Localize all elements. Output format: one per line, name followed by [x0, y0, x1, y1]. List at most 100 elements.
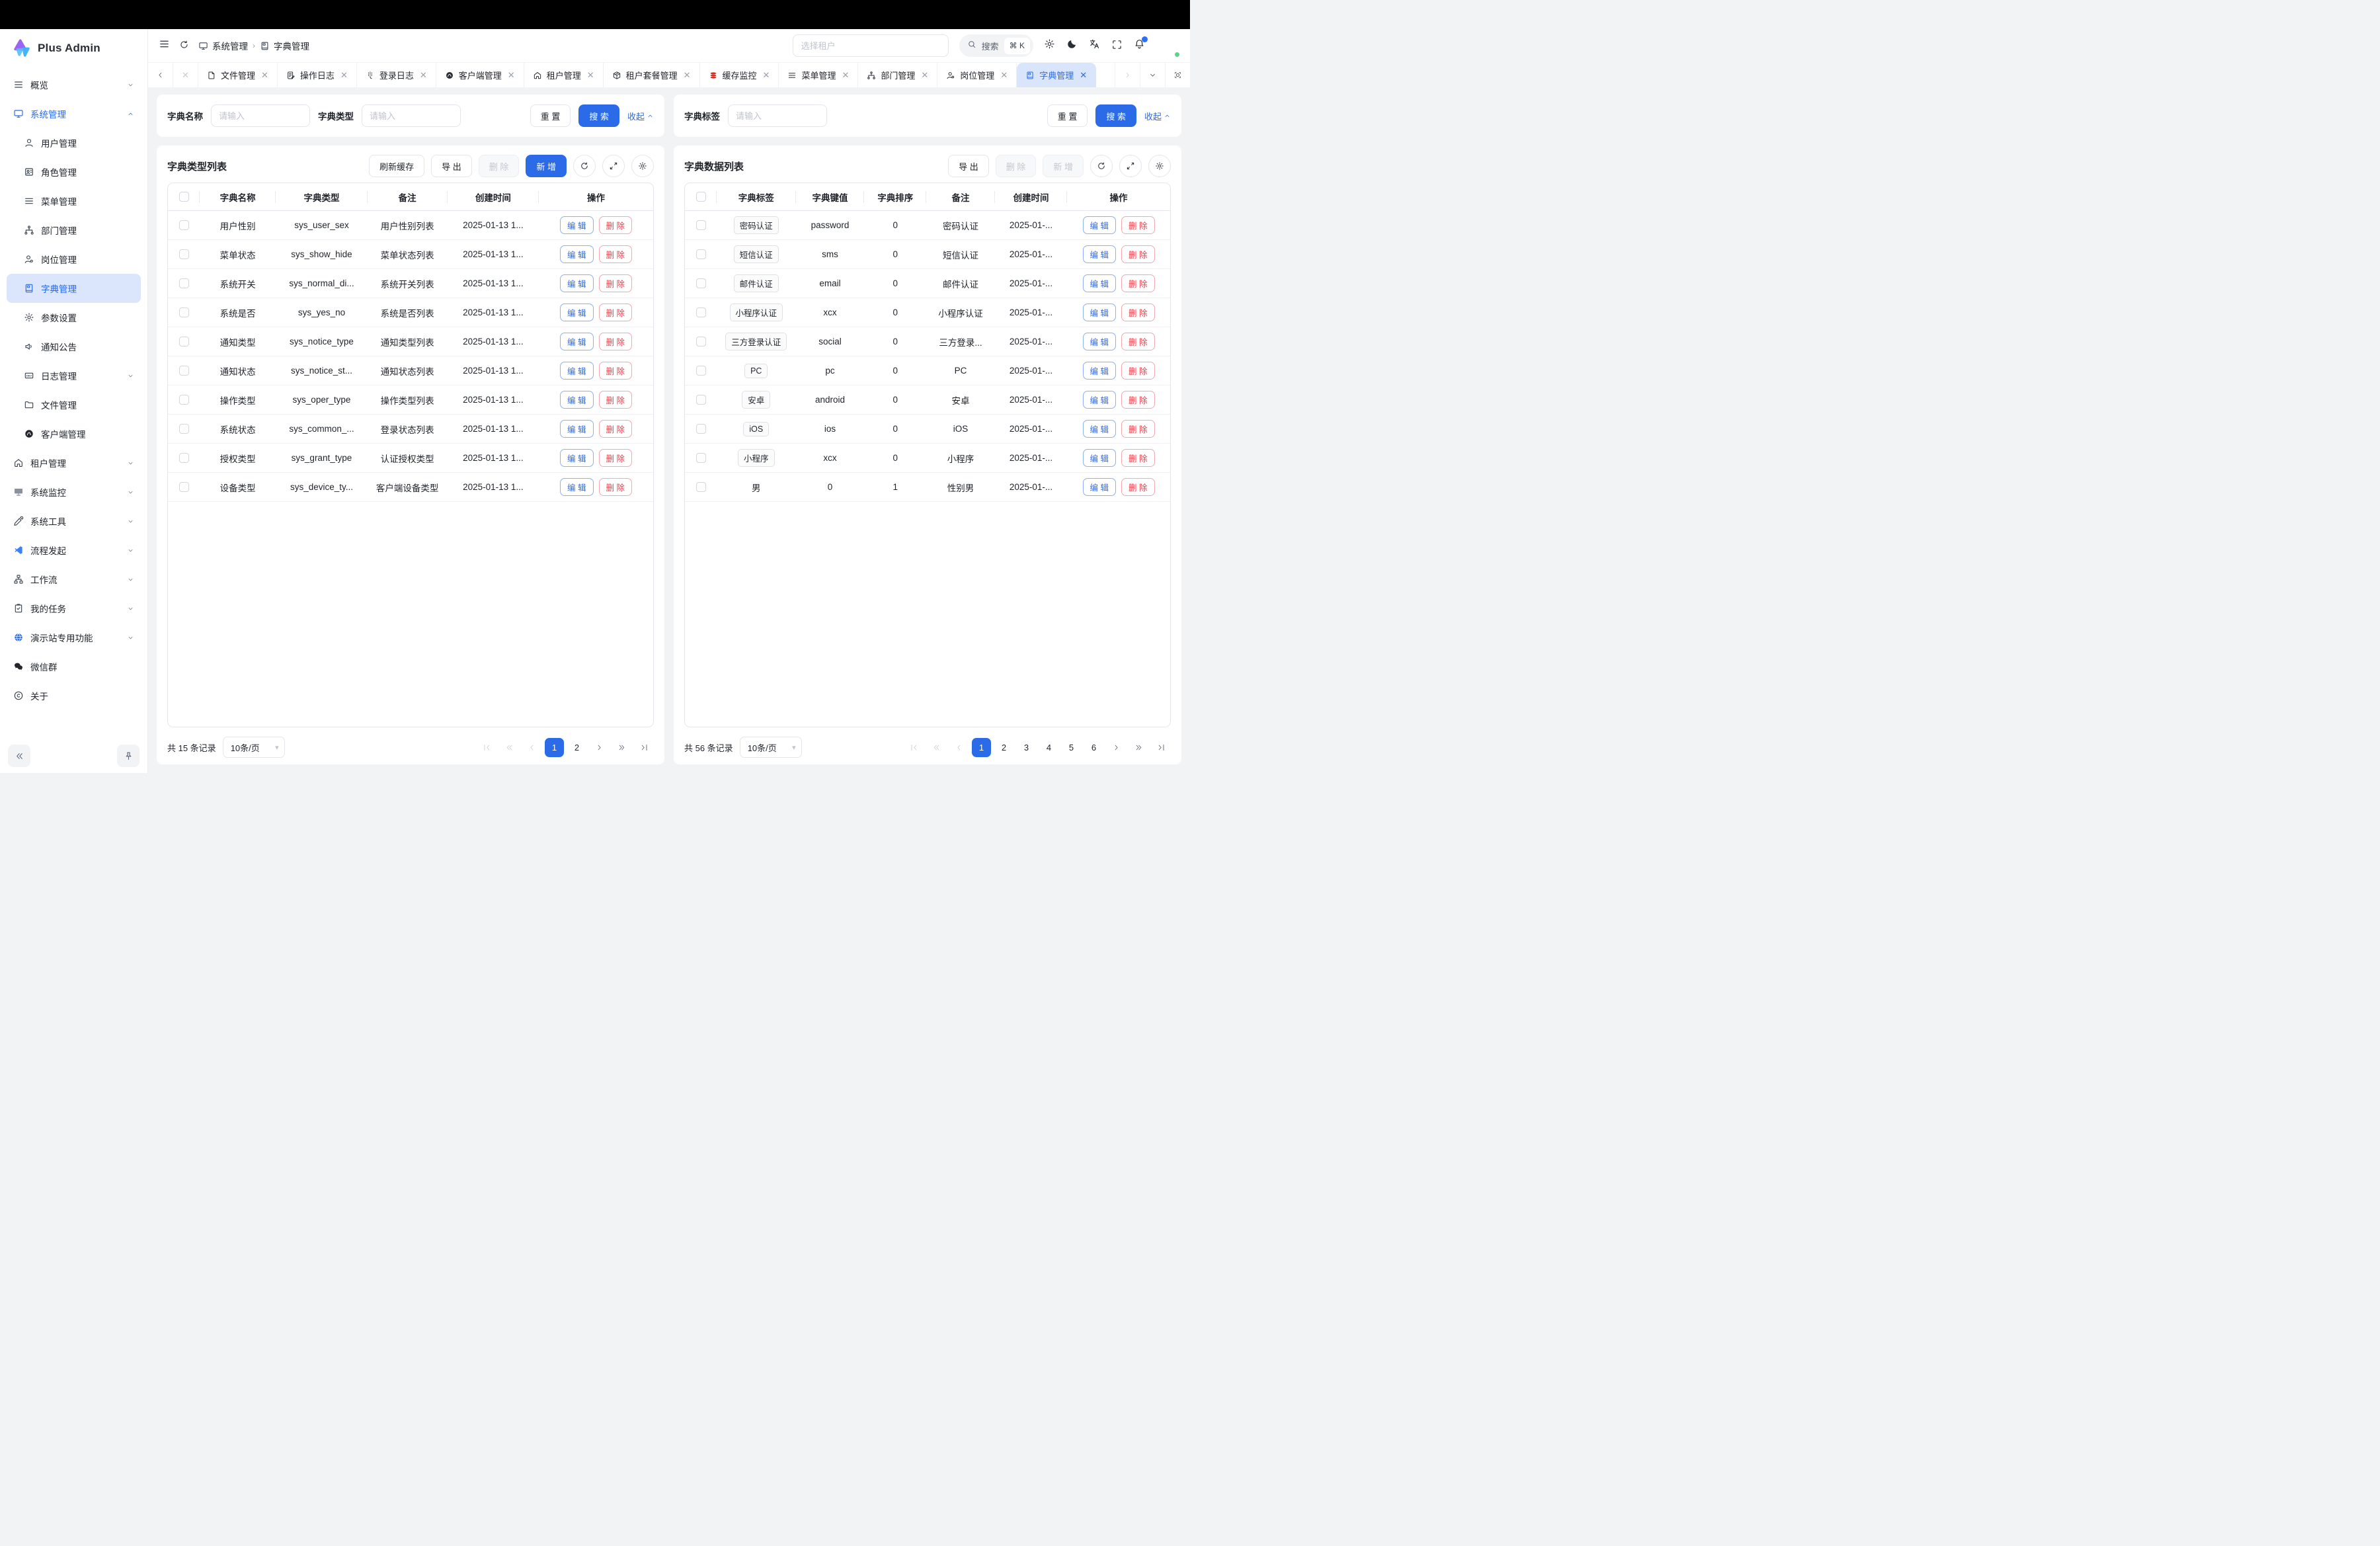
- toolbar-button-新增[interactable]: 新 增: [1043, 155, 1084, 177]
- prev-page-button[interactable]: [949, 738, 969, 757]
- edit-button[interactable]: 编 辑: [560, 333, 593, 350]
- tab-close-icon[interactable]: ✕: [587, 70, 594, 81]
- tab-close-icon[interactable]: ✕: [1080, 70, 1087, 81]
- sidebar-item-工作流[interactable]: 工作流: [7, 565, 141, 594]
- collapse-filters-link[interactable]: 收起: [1144, 110, 1171, 122]
- page-size-select[interactable]: 10条/页▾: [740, 737, 802, 758]
- toolbar-button-删除[interactable]: 删 除: [996, 155, 1037, 177]
- fullscreen-icon[interactable]: [1111, 39, 1123, 53]
- reset-button[interactable]: 重 置: [530, 104, 571, 127]
- tab-close-icon[interactable]: ✕: [261, 70, 268, 81]
- page-3-button[interactable]: 3: [1017, 738, 1036, 757]
- toolbar-button-导出[interactable]: 导 出: [431, 155, 472, 177]
- delete-button[interactable]: 删 除: [599, 420, 632, 438]
- sidebar-item-客户端管理[interactable]: 客户端管理: [7, 419, 141, 448]
- edit-button[interactable]: 编 辑: [560, 478, 593, 496]
- filter-input-字典标签[interactable]: [728, 104, 827, 127]
- sidebar-item-部门管理[interactable]: 部门管理: [7, 216, 141, 245]
- tab-租户套餐管理[interactable]: 租户套餐管理✕: [604, 63, 700, 87]
- edit-button[interactable]: 编 辑: [560, 274, 593, 292]
- page-6-button[interactable]: 6: [1084, 738, 1103, 757]
- edit-button[interactable]: 编 辑: [1083, 420, 1116, 438]
- table-refresh-button[interactable]: [573, 155, 596, 177]
- delete-button[interactable]: 删 除: [599, 362, 632, 380]
- delete-button[interactable]: 删 除: [599, 391, 632, 409]
- settings-gear-icon[interactable]: [1044, 38, 1055, 53]
- edit-button[interactable]: 编 辑: [560, 362, 593, 380]
- sidebar-item-概览[interactable]: 概览: [7, 70, 141, 99]
- edit-button[interactable]: 编 辑: [1083, 391, 1116, 409]
- notification-bell-icon[interactable]: [1134, 38, 1145, 53]
- sidebar-item-字典管理[interactable]: 字典管理: [7, 274, 141, 303]
- toolbar-button-新增[interactable]: 新 增: [526, 155, 567, 177]
- table-expand-button[interactable]: [602, 155, 625, 177]
- row-checkbox[interactable]: [179, 482, 189, 492]
- sidebar-item-岗位管理[interactable]: 岗位管理: [7, 245, 141, 274]
- row-checkbox[interactable]: [696, 482, 706, 492]
- delete-button[interactable]: 删 除: [1121, 245, 1154, 263]
- select-all-checkbox[interactable]: [179, 192, 189, 202]
- edit-button[interactable]: 编 辑: [560, 304, 593, 321]
- edit-button[interactable]: 编 辑: [1083, 245, 1116, 263]
- sidebar-item-系统管理[interactable]: 系统管理: [7, 99, 141, 128]
- row-checkbox[interactable]: [179, 395, 189, 405]
- edit-button[interactable]: 编 辑: [1083, 304, 1116, 321]
- tab-close-icon[interactable]: ✕: [508, 70, 515, 81]
- translate-icon[interactable]: [1089, 38, 1100, 53]
- last-page-button[interactable]: [1152, 738, 1171, 757]
- page-1-button[interactable]: 1: [972, 738, 991, 757]
- collapse-filters-link[interactable]: 收起: [627, 110, 654, 122]
- tab-缓存监控[interactable]: 缓存监控✕: [700, 63, 779, 87]
- sidebar-item-菜单管理[interactable]: 菜单管理: [7, 186, 141, 216]
- edit-button[interactable]: 编 辑: [560, 216, 593, 234]
- jump-forward-button[interactable]: [1129, 738, 1148, 757]
- edit-button[interactable]: 编 辑: [1083, 449, 1116, 467]
- row-checkbox[interactable]: [696, 395, 706, 405]
- row-checkbox[interactable]: [696, 278, 706, 288]
- page-size-select[interactable]: 10条/页▾: [223, 737, 285, 758]
- sidebar-item-系统工具[interactable]: 系统工具: [7, 507, 141, 536]
- page-2-button[interactable]: 2: [567, 738, 586, 757]
- content-fullscreen-button[interactable]: [1165, 63, 1190, 87]
- page-4-button[interactable]: 4: [1039, 738, 1058, 757]
- sidebar-item-租户管理[interactable]: 租户管理: [7, 448, 141, 477]
- breadcrumb-item[interactable]: 字典管理: [260, 39, 309, 52]
- sidebar-item-我的任务[interactable]: 我的任务: [7, 594, 141, 623]
- edit-button[interactable]: 编 辑: [560, 391, 593, 409]
- tab-close-icon[interactable]: ✕: [684, 70, 691, 81]
- select-all-checkbox[interactable]: [696, 192, 706, 202]
- table-settings-button[interactable]: [631, 155, 654, 177]
- row-checkbox[interactable]: [179, 278, 189, 288]
- edit-button[interactable]: 编 辑: [560, 245, 593, 263]
- refresh-icon[interactable]: [179, 40, 189, 52]
- filter-input-字典类型[interactable]: [362, 104, 461, 127]
- table-settings-button[interactable]: [1148, 155, 1171, 177]
- row-checkbox[interactable]: [696, 307, 706, 317]
- delete-button[interactable]: 删 除: [599, 216, 632, 234]
- delete-button[interactable]: 删 除: [1121, 391, 1154, 409]
- delete-button[interactable]: 删 除: [1121, 216, 1154, 234]
- sidebar-pin-button[interactable]: [117, 745, 139, 767]
- tab-操作日志[interactable]: 操作日志✕: [278, 63, 357, 87]
- filter-input-字典名称[interactable]: [211, 104, 310, 127]
- delete-button[interactable]: 删 除: [1121, 420, 1154, 438]
- hamburger-icon[interactable]: [159, 38, 170, 53]
- page-1-button[interactable]: 1: [545, 738, 564, 757]
- jump-forward-button[interactable]: [612, 738, 631, 757]
- delete-button[interactable]: 删 除: [1121, 333, 1154, 350]
- edit-button[interactable]: 编 辑: [1083, 362, 1116, 380]
- row-checkbox[interactable]: [179, 220, 189, 230]
- first-page-button[interactable]: [477, 738, 496, 757]
- sidebar-collapse-button[interactable]: [8, 745, 30, 767]
- sidebar-item-系统监控[interactable]: 系统监控: [7, 477, 141, 507]
- row-checkbox[interactable]: [696, 366, 706, 376]
- edit-button[interactable]: 编 辑: [560, 420, 593, 438]
- tabs-dropdown-button[interactable]: [1140, 63, 1165, 87]
- toolbar-button-导出[interactable]: 导 出: [948, 155, 989, 177]
- tab-close-icon[interactable]: ✕: [340, 70, 348, 81]
- delete-button[interactable]: 删 除: [599, 304, 632, 321]
- row-checkbox[interactable]: [696, 249, 706, 259]
- sidebar-item-日志管理[interactable]: DEV日志管理: [7, 361, 141, 390]
- last-page-button[interactable]: [635, 738, 654, 757]
- search-button[interactable]: 搜 索: [1095, 104, 1136, 127]
